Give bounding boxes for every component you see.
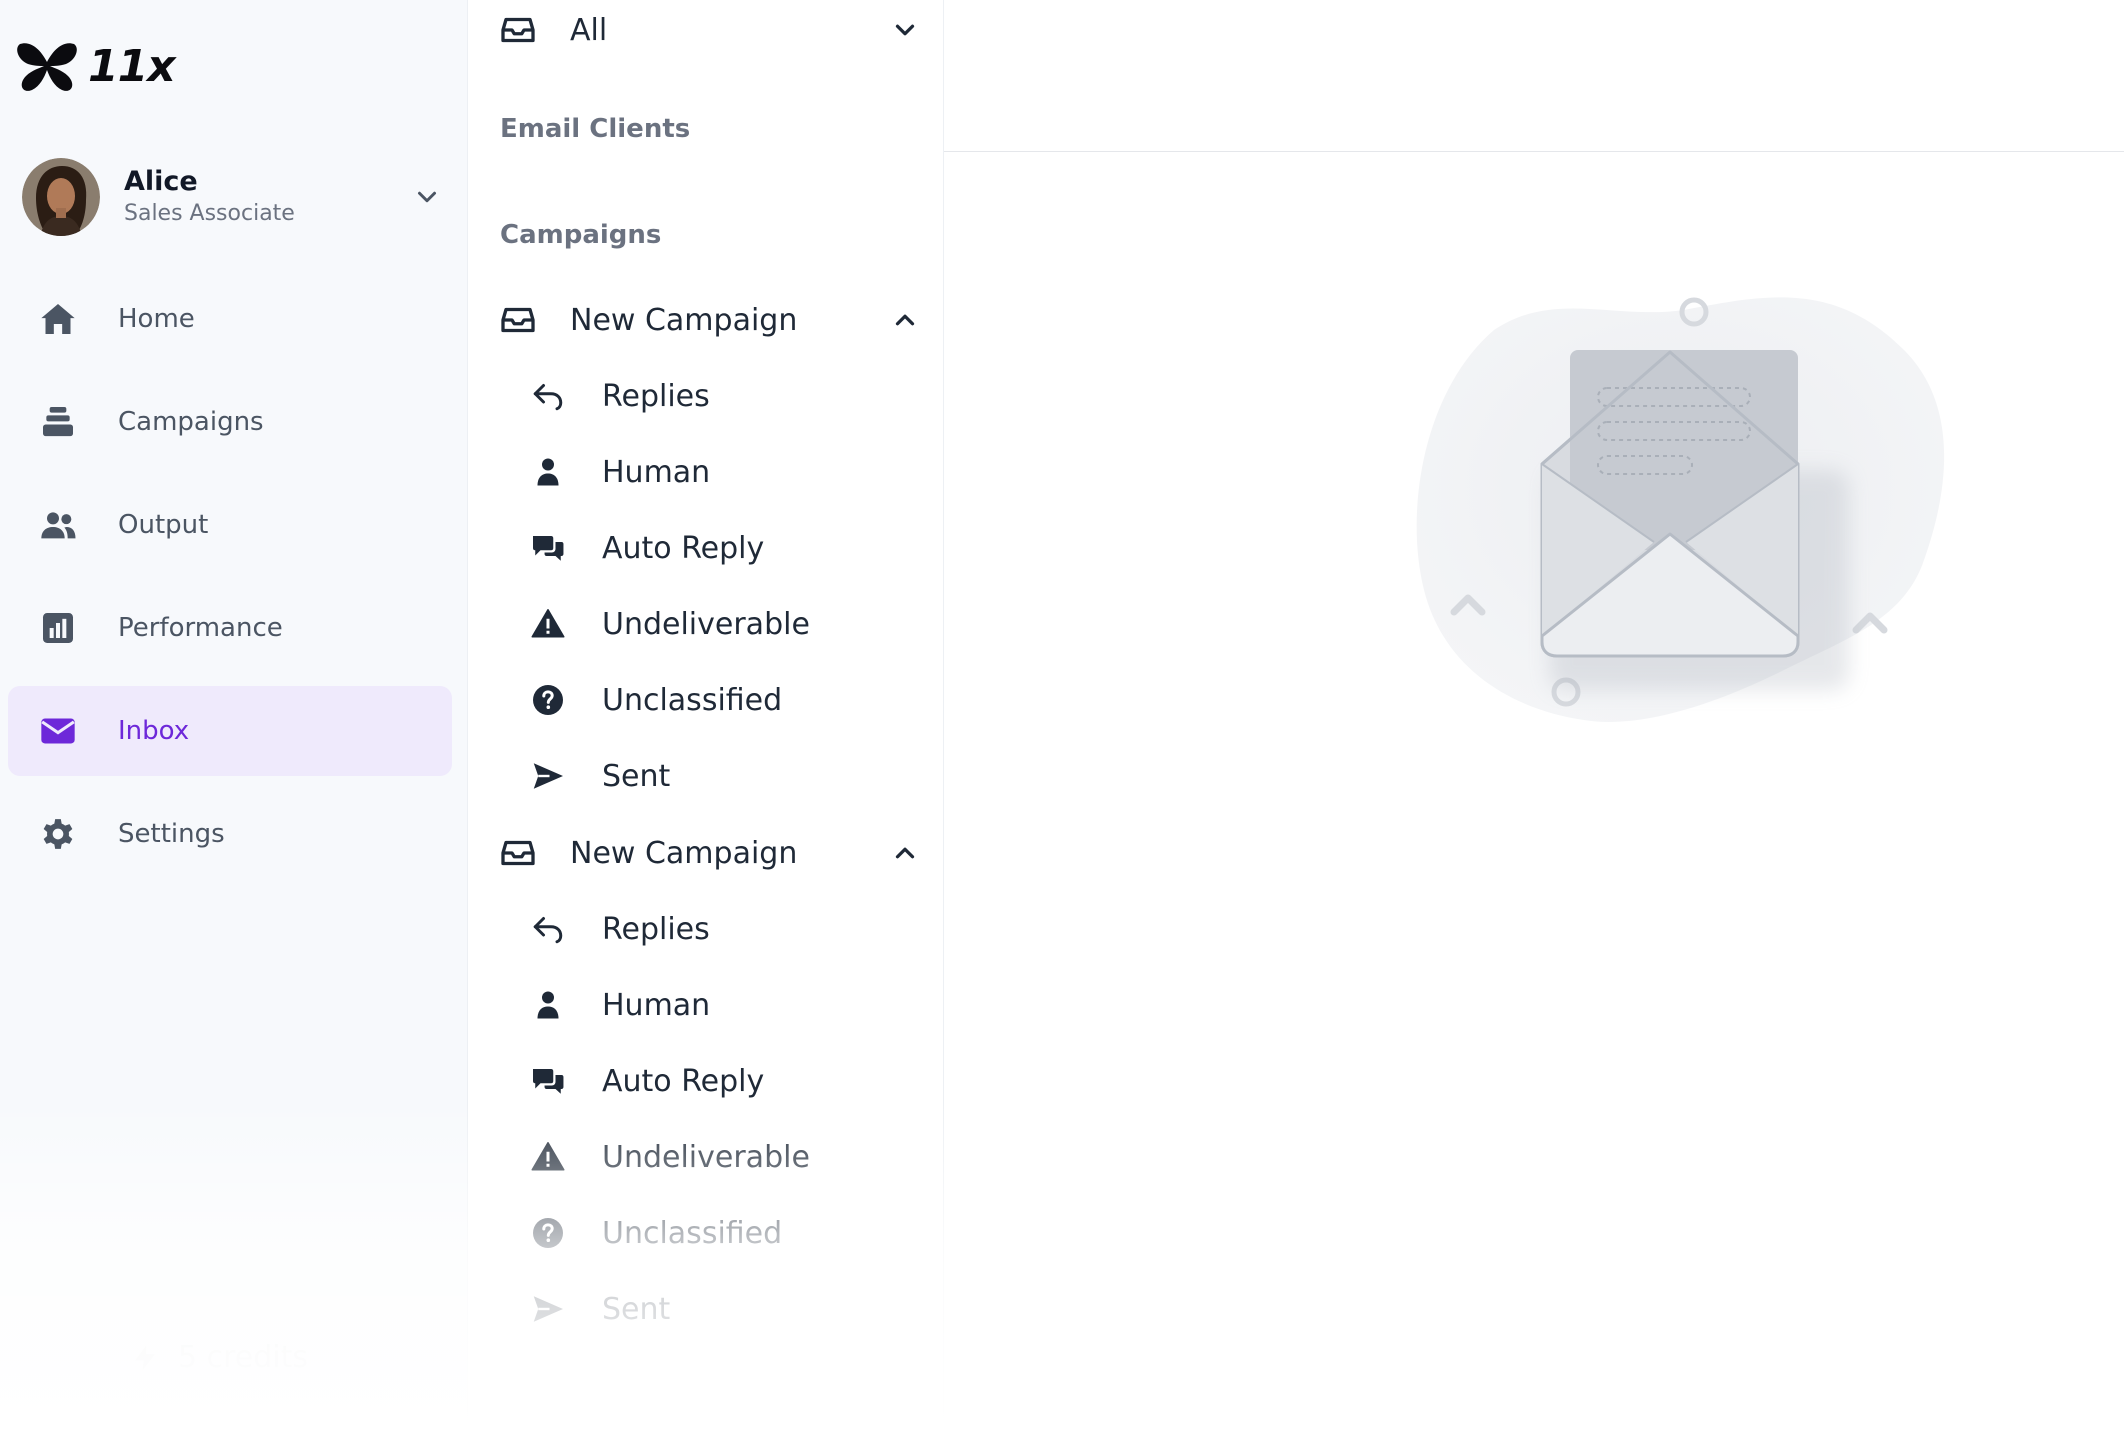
- subfolder-label: Human: [602, 454, 711, 490]
- subfolder-human[interactable]: Human: [530, 987, 910, 1023]
- subfolder-label: Replies: [602, 911, 710, 947]
- subfolder-label: Undeliverable: [602, 1139, 810, 1175]
- layers-icon: [43, 407, 73, 437]
- main-content: [944, 0, 2124, 1432]
- subfolder-label: Human: [602, 987, 711, 1023]
- subfolder-unclassified[interactable]: Unclassified: [530, 1215, 910, 1251]
- credits-indicator: 5 credits: [130, 1340, 308, 1375]
- credits-label: 5 credits: [178, 1340, 309, 1375]
- nav-label: Settings: [118, 819, 225, 849]
- logo-text: 11x: [88, 40, 176, 92]
- subfolder-label: Sent: [602, 758, 671, 794]
- main-nav: Home Campaigns Output Performance Inbox …: [8, 274, 452, 892]
- gear-icon: [43, 819, 73, 849]
- nav-label: Home: [118, 304, 195, 334]
- nav-item-performance[interactable]: Performance: [8, 583, 452, 673]
- nav-label: Inbox: [118, 716, 190, 746]
- question-icon: [533, 1218, 563, 1248]
- subfolder-undeliverable[interactable]: Undeliverable: [530, 606, 910, 642]
- section-email-clients: Email Clients: [500, 114, 691, 144]
- bar-chart-icon: [43, 613, 73, 643]
- inbox-tray-icon: [501, 17, 535, 43]
- inbox-tray-icon: [501, 840, 535, 866]
- nav-item-campaigns[interactable]: Campaigns: [8, 377, 452, 467]
- subfolder-replies[interactable]: Replies: [530, 378, 910, 414]
- campaign-group-header[interactable]: New Campaign: [500, 835, 920, 871]
- nav-label: Performance: [118, 613, 283, 643]
- campaign-name: New Campaign: [570, 835, 798, 871]
- chevron-down-icon[interactable]: [890, 15, 920, 45]
- subfolder-human[interactable]: Human: [530, 454, 910, 490]
- subfolder-unclassified[interactable]: Unclassified: [530, 682, 910, 718]
- campaign-group-header[interactable]: New Campaign: [500, 302, 920, 338]
- send-icon: [533, 763, 563, 789]
- subfolder-label: Unclassified: [602, 682, 783, 718]
- chat-bubbles-icon: [533, 536, 564, 561]
- nav-item-inbox[interactable]: Inbox: [8, 686, 452, 776]
- chevron-down-icon[interactable]: [412, 182, 442, 212]
- warning-icon: [531, 1142, 565, 1171]
- home-icon: [41, 304, 75, 334]
- person-icon: [537, 458, 559, 486]
- avatar: [22, 158, 100, 236]
- subfolder-sent[interactable]: Sent: [530, 1291, 910, 1327]
- profile-role: Sales Associate: [124, 201, 295, 226]
- nav-item-home[interactable]: Home: [8, 274, 452, 364]
- app-logo[interactable]: 11x: [14, 38, 176, 94]
- subfolder-label: Unclassified: [602, 1215, 783, 1251]
- chat-bubbles-icon: [533, 1069, 564, 1094]
- subfolder-label: Undeliverable: [602, 606, 810, 642]
- subfolder-sent[interactable]: Sent: [530, 758, 910, 794]
- subfolder-replies[interactable]: Replies: [530, 911, 910, 947]
- empty-inbox-envelope-icon: [1416, 297, 1945, 722]
- subfolder-auto-reply[interactable]: Auto Reply: [530, 1063, 910, 1099]
- logo-mark-icon: [17, 43, 77, 91]
- inbox-tray-icon: [501, 307, 535, 333]
- subfolder-auto-reply[interactable]: Auto Reply: [530, 530, 910, 566]
- nav-item-output[interactable]: Output: [8, 480, 452, 570]
- nav-item-settings[interactable]: Settings: [8, 789, 452, 879]
- sidebar: 11x Alice Sales Associate Home Campaigns…: [0, 0, 468, 1432]
- subfolder-label: Sent: [602, 1291, 671, 1327]
- nav-label: Output: [118, 510, 209, 540]
- mail-icon: [41, 718, 75, 744]
- users-icon: [41, 512, 76, 539]
- send-icon: [533, 1296, 563, 1322]
- profile-name: Alice: [124, 166, 198, 197]
- subfolder-label: Auto Reply: [602, 530, 765, 566]
- folder-label: All: [570, 12, 608, 48]
- main-header: [944, 0, 2124, 152]
- person-icon: [537, 991, 559, 1019]
- lightning-icon: [135, 1345, 155, 1370]
- subfolder-label: Replies: [602, 378, 710, 414]
- folders-panel: All Email Clients Campaigns New Campaign…: [468, 0, 944, 1432]
- reply-icon: [533, 384, 563, 411]
- reply-icon: [533, 917, 563, 944]
- subfolder-undeliverable[interactable]: Undeliverable: [530, 1139, 910, 1175]
- chevron-up-icon[interactable]: [890, 838, 920, 868]
- section-campaigns: Campaigns: [500, 220, 662, 250]
- nav-label: Campaigns: [118, 407, 264, 437]
- chevron-up-icon[interactable]: [890, 305, 920, 335]
- question-icon: [533, 685, 563, 715]
- folder-all[interactable]: All: [500, 12, 920, 48]
- warning-icon: [531, 609, 565, 638]
- subfolder-label: Auto Reply: [602, 1063, 765, 1099]
- user-profile[interactable]: Alice Sales Associate: [22, 158, 442, 236]
- campaign-name: New Campaign: [570, 302, 798, 338]
